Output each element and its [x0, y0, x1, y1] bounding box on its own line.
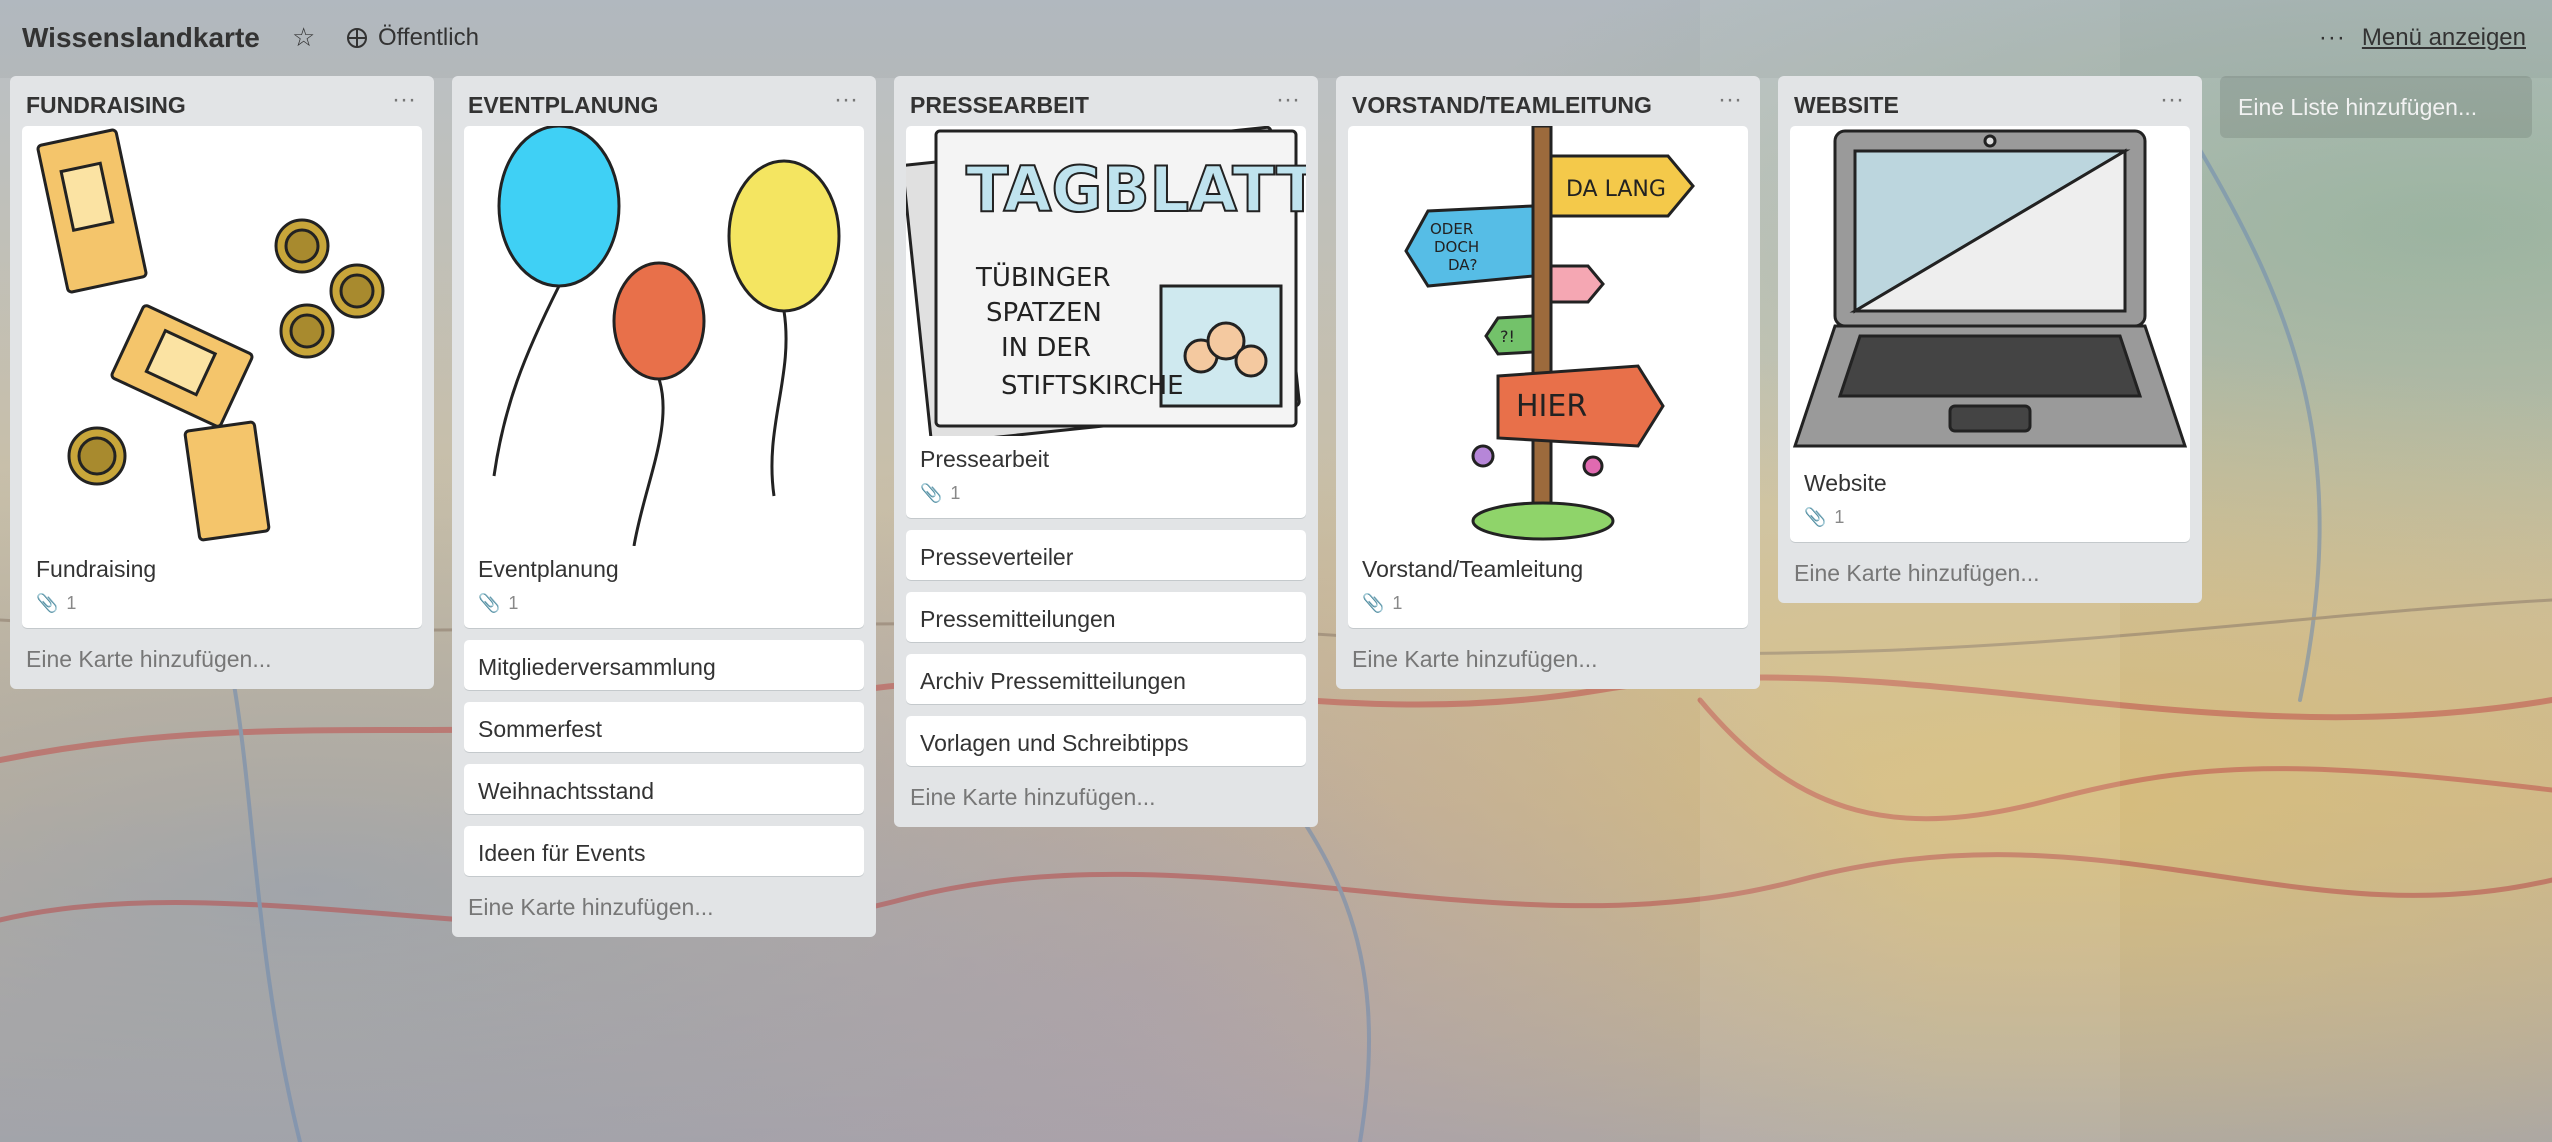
- list-menu-icon[interactable]: ···: [392, 86, 416, 114]
- list-title[interactable]: EVENTPLANUNG: [468, 92, 658, 119]
- sign-text: DOCH: [1434, 238, 1479, 256]
- newspaper-line: TÜBINGER: [975, 261, 1111, 293]
- list-title[interactable]: FUNDRAISING: [26, 92, 186, 119]
- list-item[interactable]: Pressemitteilungen: [906, 592, 1306, 642]
- card-label: Sommerfest: [478, 716, 602, 742]
- board-title[interactable]: Wissenslandkarte: [22, 22, 260, 54]
- newspaper-line: STIFTSKIRCHE: [1001, 371, 1184, 401]
- card-label: Pressemitteilungen: [920, 606, 1116, 632]
- sign-text: ODER: [1430, 220, 1473, 238]
- card-label: Archiv Pressemitteilungen: [920, 668, 1186, 694]
- newspaper-illustration: TAGBLATT TÜBINGER SPATZEN IN DER STIFTSK…: [906, 126, 1306, 436]
- card-label: Vorlagen und Schreibtipps: [920, 730, 1189, 756]
- attachment-badge: 📎 1: [1804, 507, 2176, 528]
- sign-text: HIER: [1516, 389, 1587, 424]
- attachment-count: 1: [508, 593, 519, 613]
- card-title: Website: [1804, 470, 1887, 496]
- sign-text: DA LANG: [1566, 177, 1666, 202]
- balloons-illustration: [492, 126, 841, 546]
- list-menu-icon[interactable]: ···: [834, 86, 858, 114]
- card-label: Presseverteiler: [920, 544, 1074, 570]
- cover-card-fundraising[interactable]: Fundraising 📎 1: [22, 126, 422, 628]
- paperclip-icon: 📎: [478, 593, 501, 613]
- list-item[interactable]: Mitgliederversammlung: [464, 640, 864, 690]
- cover-card-vorstand[interactable]: DA LANG ODER DOCH DA? ?! HIER Vorstand/T…: [1348, 126, 1748, 628]
- visibility-button[interactable]: Öffentlich: [346, 24, 479, 52]
- card-title: Fundraising: [36, 556, 157, 582]
- paperclip-icon: 📎: [36, 593, 59, 613]
- attachment-count: 1: [1392, 593, 1403, 613]
- list-website: WEBSITE ··· Website 📎 1 Eine Karte hinzu…: [1778, 76, 2202, 603]
- add-list-label: Eine Liste hinzufügen...: [2238, 94, 2478, 120]
- newspaper-line: IN DER: [1001, 333, 1091, 363]
- attachment-badge: 📎 1: [1362, 593, 1734, 614]
- cover-card-pressearbeit[interactable]: TAGBLATT TÜBINGER SPATZEN IN DER STIFTSK…: [906, 126, 1306, 518]
- list-item[interactable]: Presseverteiler: [906, 530, 1306, 580]
- list-menu-icon[interactable]: ···: [1718, 86, 1742, 114]
- list-item[interactable]: Archiv Pressemitteilungen: [906, 654, 1306, 704]
- add-card-button[interactable]: Eine Karte hinzufügen...: [894, 778, 1318, 827]
- list-title[interactable]: PRESSEARBEIT: [910, 92, 1089, 119]
- cover-card-website[interactable]: Website 📎 1: [1790, 126, 2190, 542]
- cover-card-eventplanung[interactable]: Eventplanung 📎 1: [464, 126, 864, 628]
- add-card-button[interactable]: Eine Karte hinzufügen...: [1778, 554, 2202, 603]
- list-item[interactable]: Weihnachtsstand: [464, 764, 864, 814]
- list-menu-icon[interactable]: ···: [2160, 86, 2184, 114]
- card-label: Weihnachtsstand: [478, 778, 655, 804]
- list-item[interactable]: Vorlagen und Schreibtipps: [906, 716, 1306, 766]
- list-item[interactable]: Ideen für Events: [464, 826, 864, 876]
- attachment-count: 1: [950, 483, 961, 503]
- attachment-badge: 📎 1: [36, 593, 408, 614]
- add-card-button[interactable]: Eine Karte hinzufügen...: [10, 640, 434, 689]
- list-title[interactable]: WEBSITE: [1794, 92, 1899, 119]
- list-eventplanung: EVENTPLANUNG ··· Eventplanung 📎 1 Mitgli…: [452, 76, 876, 937]
- list-menu-icon[interactable]: ···: [1276, 86, 1300, 114]
- board-header: Wissenslandkarte ☆ Öffentlich ··· Menü a…: [0, 0, 2552, 78]
- newspaper-title-text: TAGBLATT: [966, 153, 1306, 226]
- list-vorstand-teamleitung: VORSTAND/TEAMLEITUNG ··· DA LANG ODER DO…: [1336, 76, 1760, 689]
- sign-text: ?!: [1500, 327, 1515, 346]
- paperclip-icon: 📎: [1804, 507, 1827, 527]
- list-item[interactable]: Sommerfest: [464, 702, 864, 752]
- attachment-badge: 📎 1: [478, 593, 850, 614]
- add-list-button[interactable]: Eine Liste hinzufügen...: [2220, 76, 2532, 138]
- card-title: Pressearbeit: [920, 446, 1050, 472]
- list-fundraising: FUNDRAISING ··· Fundraising 📎 1 Eine Kar…: [10, 76, 434, 689]
- add-card-button[interactable]: Eine Karte hinzufügen...: [452, 888, 876, 937]
- globe-icon: [347, 28, 367, 48]
- laptop-illustration: [1792, 129, 2188, 448]
- card-title: Vorstand/Teamleitung: [1362, 556, 1584, 582]
- attachment-count: 1: [1834, 507, 1845, 527]
- card-label: Mitgliederversammlung: [478, 654, 716, 680]
- money-illustration: [36, 128, 385, 542]
- visibility-label: Öffentlich: [378, 24, 479, 51]
- sign-text: DA?: [1448, 256, 1478, 274]
- menu-button[interactable]: ··· Menü anzeigen: [2319, 24, 2526, 52]
- newspaper-line: SPATZEN: [986, 298, 1102, 328]
- star-icon[interactable]: ☆: [292, 22, 315, 53]
- attachment-badge: 📎 1: [920, 483, 1292, 504]
- paperclip-icon: 📎: [1362, 593, 1385, 613]
- menu-label: Menü anzeigen: [2361, 24, 2526, 51]
- list-pressearbeit: PRESSEARBEIT ··· TAGBLATT TÜBINGER SPATZ…: [894, 76, 1318, 827]
- list-title[interactable]: VORSTAND/TEAMLEITUNG: [1352, 92, 1652, 119]
- attachment-count: 1: [66, 593, 77, 613]
- card-title: Eventplanung: [478, 556, 619, 582]
- card-label: Ideen für Events: [478, 840, 646, 866]
- add-card-button[interactable]: Eine Karte hinzufügen...: [1336, 640, 1760, 689]
- signpost-illustration: DA LANG ODER DOCH DA? ?! HIER: [1404, 126, 1695, 541]
- more-dots-icon: ···: [2318, 24, 2346, 51]
- paperclip-icon: 📎: [920, 483, 943, 503]
